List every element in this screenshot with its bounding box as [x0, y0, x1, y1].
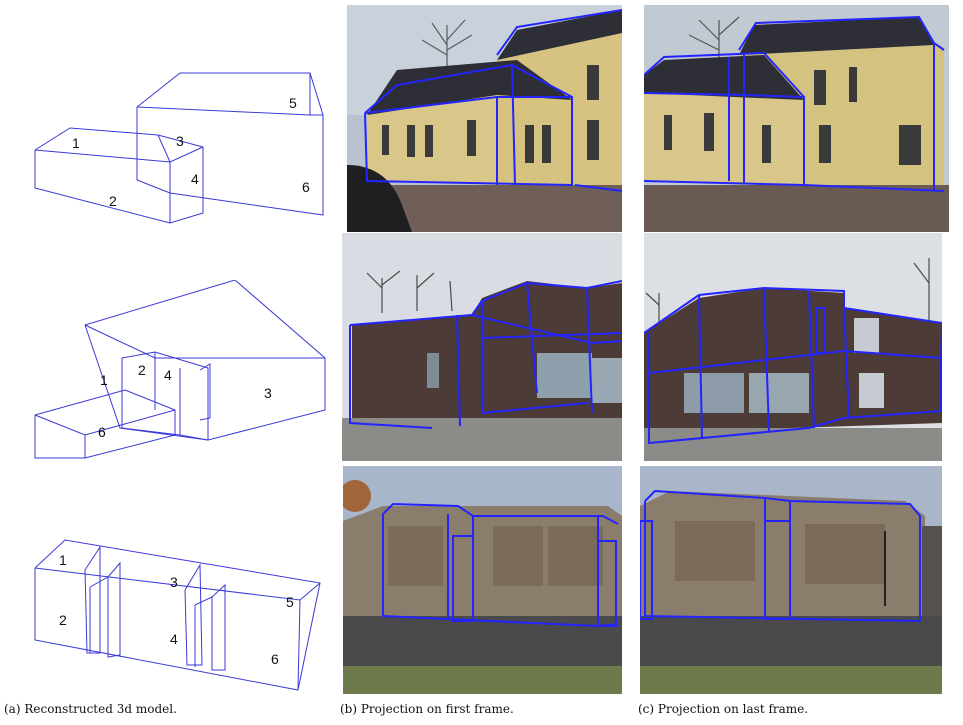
model-2-label: 2: [138, 362, 146, 378]
model-3-label: 4: [170, 631, 178, 647]
model-1-label: 6: [302, 179, 310, 195]
model-2-label: 1: [100, 372, 108, 388]
model-2-wireframe: 1 2 3 4 6: [30, 280, 340, 460]
caption-c: (c) Projection on last frame.: [638, 702, 809, 716]
caption-b: (b) Projection on first frame.: [340, 702, 514, 716]
model-1-label: 3: [176, 133, 184, 149]
projection-last-frame-house: [644, 5, 949, 232]
model-3-label: 2: [59, 612, 67, 628]
model-1-label: 2: [109, 193, 117, 209]
projection-last-frame-brick: [644, 233, 942, 461]
projection-first-frame-modern: [343, 466, 622, 694]
model-2-label: 3: [264, 385, 272, 401]
model-1-label: 4: [191, 171, 199, 187]
model-3-label: 5: [286, 594, 294, 610]
model-1-label: 5: [289, 95, 297, 111]
model-1-wireframe: 1 2 3 4 5 6: [30, 65, 330, 235]
caption-a: (a) Reconstructed 3d model.: [4, 702, 177, 716]
model-1-label: 1: [72, 135, 80, 151]
model-2-label: 4: [164, 367, 172, 383]
model-3-label: 1: [59, 552, 67, 568]
model-3-wireframe: 1 2 3 4 5 6: [30, 535, 330, 695]
projection-first-frame-house: [347, 5, 622, 232]
model-3-label: 3: [170, 574, 178, 590]
projection-first-frame-brick: [342, 233, 622, 461]
model-2-label: 6: [98, 424, 106, 440]
model-3-label: 6: [271, 651, 279, 667]
projection-last-frame-modern: [640, 466, 942, 694]
